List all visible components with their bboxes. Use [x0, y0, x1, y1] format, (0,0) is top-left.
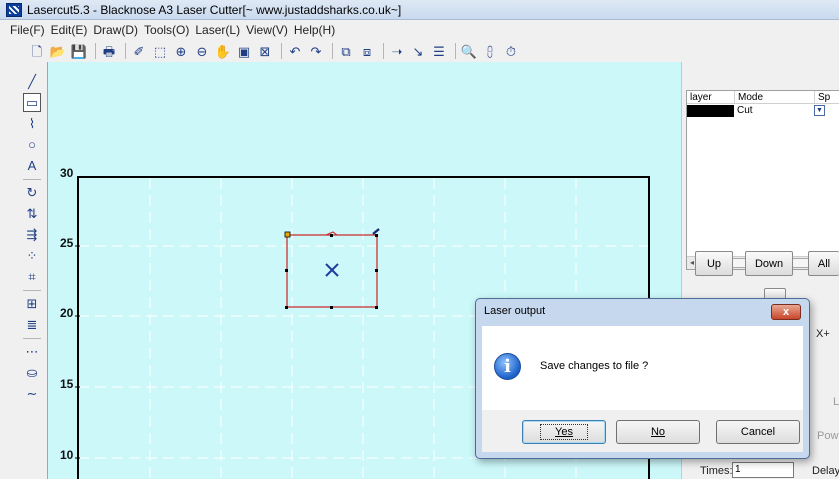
- delay-label: Delay: [812, 465, 839, 477]
- layer-table-header: layer Mode Sp: [687, 91, 839, 104]
- zoom-in-icon[interactable]: ⊕: [172, 42, 190, 60]
- no-button-label: No: [650, 426, 666, 438]
- toolbar-separator: [383, 43, 384, 59]
- print-preview-icon[interactable]: 🔍: [460, 42, 478, 60]
- open-folder-icon[interactable]: 📂: [49, 42, 67, 60]
- drawing-tools-toolbar: ╱ ▭ ⌇ ○ A ↻ ⇅ ⇶ ⁘ ⌗ ⊞ ≣ ⋯ ⛀ ∼: [0, 62, 47, 479]
- times-input[interactable]: 1: [732, 462, 794, 478]
- yes-button-label: Yes: [540, 424, 588, 440]
- tool-separator: [23, 290, 41, 291]
- toolbar-separator: [332, 43, 333, 59]
- stamp-tool-icon[interactable]: ⛀: [23, 363, 41, 382]
- layer-color-swatch[interactable]: [687, 105, 734, 117]
- rotate-tool-icon[interactable]: ↻: [23, 183, 41, 202]
- curve-tool-icon[interactable]: ∼: [23, 384, 41, 403]
- layer-up-button[interactable]: Up: [695, 251, 733, 276]
- layer-all-button[interactable]: All: [808, 251, 839, 276]
- line-tool-icon[interactable]: ╱: [23, 72, 41, 91]
- mirror-tool-icon[interactable]: ⇅: [23, 204, 41, 223]
- cancel-button-label: Cancel: [740, 426, 776, 438]
- array-tool-icon[interactable]: ⌗: [23, 267, 41, 286]
- layer-mode: Cut: [737, 105, 753, 116]
- selected-rectangle: [284, 228, 380, 309]
- select-zoom-icon[interactable]: ⬚: [151, 42, 169, 60]
- zoom-fit-icon[interactable]: ⊠: [256, 42, 274, 60]
- col-layer: layer: [687, 91, 735, 104]
- layer-row[interactable]: Cut ▼: [687, 105, 825, 118]
- menu-help[interactable]: Help(H): [294, 23, 341, 37]
- information-icon: i: [494, 353, 521, 380]
- laser-head-icon[interactable]: ⩉: [481, 42, 499, 60]
- col-speed: Sp: [818, 92, 831, 103]
- mode-dropdown-icon[interactable]: ▼: [814, 105, 825, 116]
- layer-down-button[interactable]: Down: [745, 251, 793, 276]
- menu-file[interactable]: File(F): [10, 23, 51, 37]
- times-label: Times:: [700, 465, 733, 477]
- redo-icon[interactable]: ↷: [307, 42, 325, 60]
- ungroup-icon[interactable]: ⧈: [358, 42, 376, 60]
- y-axis-label-15: 15: [60, 377, 74, 391]
- timer-icon[interactable]: ⏱: [502, 42, 520, 60]
- toolbar-separator: [281, 43, 282, 59]
- col-mode: Mode: [735, 91, 815, 104]
- pan-hand-icon[interactable]: ✋: [214, 42, 232, 60]
- yes-button[interactable]: Yes: [522, 420, 606, 444]
- zoom-page-icon[interactable]: ▣: [235, 42, 253, 60]
- rectangle-tool-icon[interactable]: ▭: [23, 93, 41, 112]
- layer-table: layer Mode Sp Cut ▼ ◂ III: [686, 90, 839, 270]
- text-tool-icon[interactable]: A: [23, 156, 41, 175]
- menu-edit[interactable]: Edit(E): [51, 23, 94, 37]
- toolbar-separator: [455, 43, 456, 59]
- layers-list-icon[interactable]: ☰: [430, 42, 448, 60]
- align-tool-icon[interactable]: ⇶: [23, 225, 41, 244]
- undo-icon[interactable]: ↶: [286, 42, 304, 60]
- dialog-title: Laser output: [484, 305, 546, 317]
- x-plus-label[interactable]: X+: [816, 328, 830, 340]
- scatter-tool-icon[interactable]: ⁘: [23, 246, 41, 265]
- zoom-out-icon[interactable]: ⊖: [193, 42, 211, 60]
- y-axis-label-10: 10: [60, 448, 74, 462]
- y-axis-label-20: 20: [60, 306, 74, 320]
- toolbar-separator: [95, 43, 96, 59]
- menu-bar: File(F) Edit(E) Draw(D) Tools(O) Laser(L…: [0, 20, 839, 40]
- offset-tool-icon[interactable]: ⋯: [23, 342, 41, 361]
- dialog-body: i Save changes to file ?: [482, 326, 803, 410]
- power-label: Pow: [817, 430, 839, 442]
- group-icon[interactable]: ⧉: [337, 42, 355, 60]
- y-axis-label-25: 25: [60, 236, 74, 250]
- tool-separator: [23, 179, 41, 180]
- lasercut-app-icon[interactable]: [6, 2, 22, 17]
- save-disk-icon[interactable]: 💾: [70, 42, 88, 60]
- toolbar-separator: [125, 43, 126, 59]
- l-label: L: [833, 396, 839, 408]
- window-title: Lasercut5.3 - Blacknose A3 Laser Cutter[…: [27, 2, 402, 17]
- new-file-icon[interactable]: 🗋: [28, 42, 46, 60]
- grid-array-tool-icon[interactable]: ⊞: [23, 294, 41, 313]
- main-toolbar: 🗋 📂 💾 🖶 ✐ ⬚ ⊕ ⊖ ✋ ▣ ⊠ ↶ ↷ ⧉ ⧈ ➝ ↘ ☰ 🔍 ⩉ ⏱: [0, 40, 839, 62]
- no-button[interactable]: No: [616, 420, 700, 444]
- cancel-button[interactable]: Cancel: [716, 420, 800, 444]
- node-edit-icon[interactable]: ✐: [130, 42, 148, 60]
- title-bar: Lasercut5.3 - Blacknose A3 Laser Cutter[…: [0, 0, 839, 20]
- line-direction-icon[interactable]: ↘: [409, 42, 427, 60]
- menu-laser[interactable]: Laser(L): [195, 23, 246, 37]
- y-axis-label-30: 30: [60, 166, 74, 180]
- print-icon[interactable]: 🖶: [100, 42, 118, 60]
- save-changes-dialog: Laser output x i Save changes to file ? …: [475, 298, 810, 459]
- tool-separator: [23, 338, 41, 339]
- dialog-close-button[interactable]: x: [771, 304, 801, 320]
- menu-tools[interactable]: Tools(O): [144, 23, 195, 37]
- dialog-message: Save changes to file ?: [540, 360, 649, 372]
- polyline-tool-icon[interactable]: ⌇: [23, 114, 41, 133]
- menu-view[interactable]: View(V): [246, 23, 294, 37]
- scroll-left-icon[interactable]: ◂: [690, 258, 694, 267]
- dialog-footer: Yes No Cancel: [482, 410, 803, 452]
- ellipse-tool-icon[interactable]: ○: [23, 135, 41, 154]
- hatch-tool-icon[interactable]: ≣: [23, 315, 41, 334]
- cut-path-arrow-icon[interactable]: ➝: [388, 42, 406, 60]
- menu-draw[interactable]: Draw(D): [93, 23, 144, 37]
